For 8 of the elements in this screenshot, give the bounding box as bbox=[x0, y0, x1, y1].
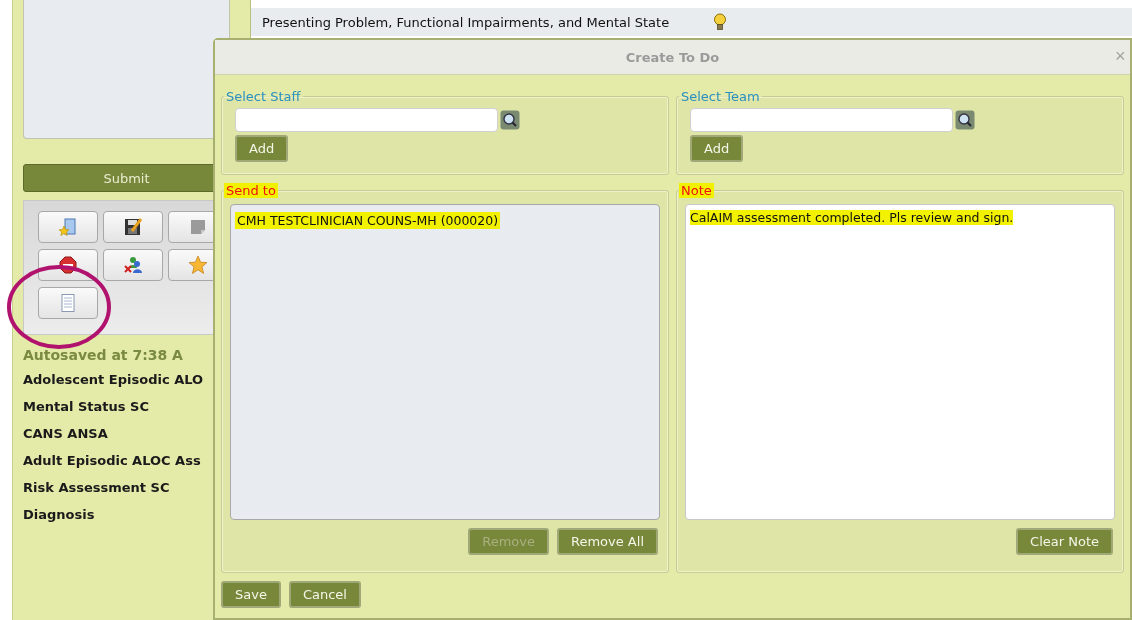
group-legend: Send to bbox=[224, 183, 278, 198]
group-legend: Select Staff bbox=[224, 89, 303, 104]
group-legend: Note bbox=[679, 183, 714, 198]
dialog-title: Create To Do bbox=[625, 49, 720, 65]
section-title: Presenting Problem, Functional Impairments, and Mental State bbox=[262, 14, 670, 30]
group-legend: Select Team bbox=[679, 89, 762, 104]
autosave-status: Autosaved at 7:38 A bbox=[23, 347, 184, 363]
note-text: CalAIM assessment completed. Pls review and sign. bbox=[690, 210, 1014, 225]
